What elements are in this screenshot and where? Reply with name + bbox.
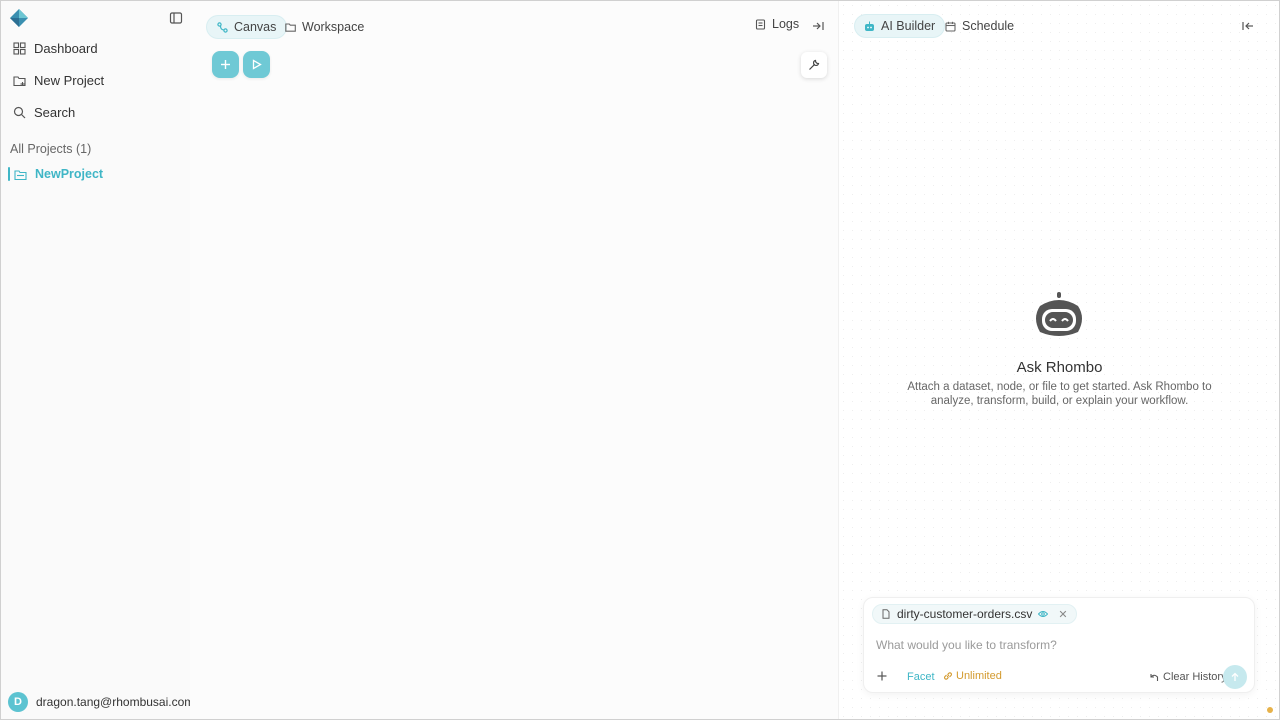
arrow-up-icon: [1231, 672, 1239, 681]
sidebar-item-dashboard[interactable]: Dashboard: [7, 35, 183, 61]
plus-icon: [221, 60, 230, 69]
chat-composer: dirty-customer-orders.csv ✕ Facet Unlimi…: [863, 597, 1255, 693]
play-icon: [252, 59, 262, 70]
grid-icon: [13, 41, 26, 55]
undo-icon: [1150, 673, 1159, 681]
chat-input[interactable]: [876, 636, 1236, 654]
mode-facet[interactable]: Facet: [907, 671, 935, 683]
sidebar-item-label: New Project: [34, 72, 105, 88]
ai-panel: AI Builder Schedule Ask Rhombo Attach a …: [838, 1, 1279, 719]
tools-button[interactable]: [801, 52, 827, 78]
logs-icon: [755, 18, 766, 30]
eye-icon[interactable]: [1038, 609, 1049, 619]
add-node-button[interactable]: [212, 51, 239, 78]
sidebar-item-label: Search: [34, 104, 76, 120]
active-indicator: [8, 167, 10, 181]
clear-history-button[interactable]: Clear History: [1150, 671, 1227, 683]
sidebar-item-new-project[interactable]: New Project: [7, 67, 183, 93]
canvas-area[interactable]: Canvas Workspace Logs: [190, 1, 838, 719]
file-icon: [882, 609, 890, 619]
sidebar-project-newproject[interactable]: NewProject: [7, 165, 183, 183]
search-icon: [13, 106, 26, 118]
expand-right-icon[interactable]: [812, 20, 824, 32]
folder-icon: [285, 22, 296, 32]
tab-schedule[interactable]: Schedule: [936, 15, 1023, 37]
plus-icon[interactable]: [877, 671, 887, 681]
robot-icon: [1036, 292, 1082, 336]
attachment-name: dirty-customer-orders.csv: [897, 607, 1033, 621]
tab-label: Canvas: [234, 20, 277, 34]
folder-icon: [14, 169, 27, 180]
tab-label: Workspace: [302, 20, 365, 34]
bot-icon: [865, 21, 874, 31]
avatar: D: [8, 692, 28, 712]
sidebar-item-label: Dashboard: [34, 40, 98, 56]
logs-label: Logs: [772, 17, 800, 31]
sidebar-toggle-icon[interactable]: [169, 11, 183, 25]
empty-state-description: Attach a dataset, node, or file to get s…: [907, 381, 1212, 407]
tab-label: AI Builder: [881, 19, 936, 33]
node-icon: [217, 21, 228, 33]
user-email: dragon.tang@rhombusai.com: [36, 695, 195, 709]
attachment-chip[interactable]: dirty-customer-orders.csv ✕: [872, 604, 1077, 624]
link-icon: [944, 672, 952, 680]
tab-workspace[interactable]: Workspace: [275, 16, 374, 38]
sidebar: Dashboard New Project Search All Project…: [1, 1, 194, 719]
folder-plus-icon: [13, 75, 26, 86]
calendar-icon: [945, 21, 956, 32]
run-workflow-button[interactable]: [243, 51, 270, 78]
mode-unlimited[interactable]: Unlimited: [943, 670, 1002, 682]
status-dot: [1267, 707, 1273, 713]
logs-button[interactable]: Logs: [755, 17, 799, 31]
send-button[interactable]: [1223, 665, 1247, 689]
remove-attachment-icon[interactable]: ✕: [1058, 608, 1067, 621]
tab-label: Schedule: [962, 19, 1015, 33]
empty-state-title: Ask Rhombo: [1016, 359, 1103, 376]
collapse-panel-icon[interactable]: [1242, 20, 1254, 32]
tab-ai-builder[interactable]: AI Builder: [855, 15, 945, 37]
project-label: NewProject: [35, 167, 104, 181]
user-menu[interactable]: D dragon.tang@rhombusai.com: [8, 692, 194, 712]
sidebar-item-search[interactable]: Search: [7, 99, 183, 125]
mode-unlimited-label: Unlimited: [956, 670, 1002, 682]
wrench-icon: [809, 59, 820, 70]
projects-section-label: All Projects (1): [10, 142, 92, 156]
app-logo: [10, 9, 28, 27]
clear-history-label: Clear History: [1163, 671, 1227, 683]
